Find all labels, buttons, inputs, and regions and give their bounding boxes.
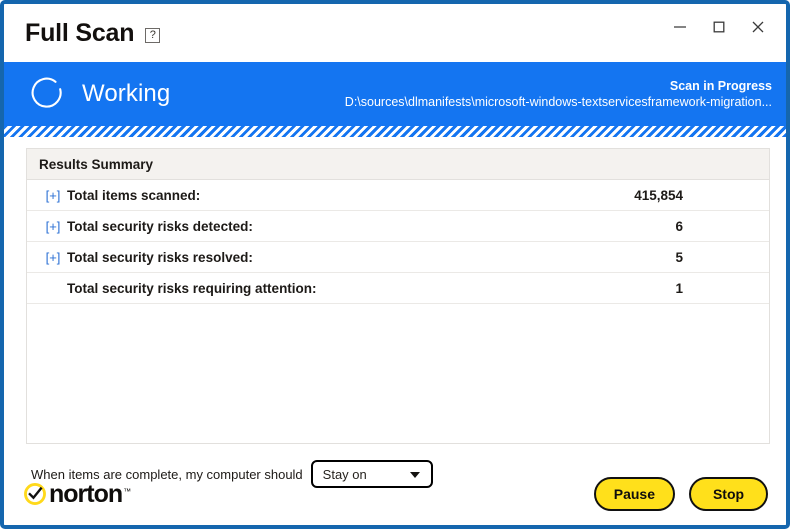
minimize-icon[interactable] — [661, 12, 698, 42]
norton-logo: norton ™ — [24, 480, 131, 509]
pause-button[interactable]: Pause — [594, 477, 675, 511]
scan-current-path: D:\sources\dlmanifests\microsoft-windows… — [345, 94, 772, 111]
stop-button[interactable]: Stop — [689, 477, 768, 511]
expand-icon[interactable]: [+] — [39, 250, 67, 265]
row-label: Total security risks resolved: — [67, 250, 629, 265]
close-icon[interactable] — [739, 12, 776, 42]
row-label: Total security risks detected: — [67, 219, 629, 234]
progress-bar-hatched — [4, 126, 786, 137]
scan-info: Scan in Progress D:\sources\dlmanifests\… — [345, 78, 772, 111]
scan-state-label: Working — [82, 80, 170, 108]
check-circle-icon — [24, 483, 46, 505]
footer-bar: norton ™ Pause Stop — [4, 463, 786, 525]
full-scan-window: Full Scan ? Working Scan in Progress D:\… — [0, 0, 790, 529]
maximize-icon[interactable] — [700, 12, 737, 42]
table-row[interactable]: [+] Total security risks detected: 6 — [27, 211, 769, 242]
title-bar: Full Scan ? — [4, 4, 786, 62]
scan-status-band: Working Scan in Progress D:\sources\dlma… — [4, 62, 786, 126]
results-summary-header: Results Summary — [27, 148, 769, 180]
table-row[interactable]: [+] Total items scanned: 415,854 — [27, 180, 769, 211]
row-label: Total items scanned: — [67, 188, 629, 203]
help-icon[interactable]: ? — [145, 28, 160, 43]
table-row[interactable]: [+] Total security risks resolved: 5 — [27, 242, 769, 273]
row-value: 5 — [629, 250, 749, 265]
results-rows: [+] Total items scanned: 415,854 [+] Tot… — [27, 180, 769, 304]
scan-progress-title: Scan in Progress — [345, 78, 772, 95]
row-value: 415,854 — [629, 188, 749, 203]
window-controls — [661, 12, 776, 42]
norton-wordmark: norton — [49, 480, 122, 509]
footer-buttons: Pause Stop — [594, 477, 768, 511]
results-summary-panel: Results Summary [+] Total items scanned:… — [26, 148, 770, 444]
row-value: 6 — [629, 219, 749, 234]
row-label: Total security risks requiring attention… — [67, 281, 629, 296]
row-value: 1 — [629, 281, 749, 296]
page-title: Full Scan — [25, 19, 134, 48]
trademark-symbol: ™ — [123, 487, 131, 496]
loading-spinner-icon — [30, 76, 66, 112]
expand-icon[interactable]: [+] — [39, 219, 67, 234]
expand-icon[interactable]: [+] — [39, 188, 67, 203]
table-row: Total security risks requiring attention… — [27, 273, 769, 304]
